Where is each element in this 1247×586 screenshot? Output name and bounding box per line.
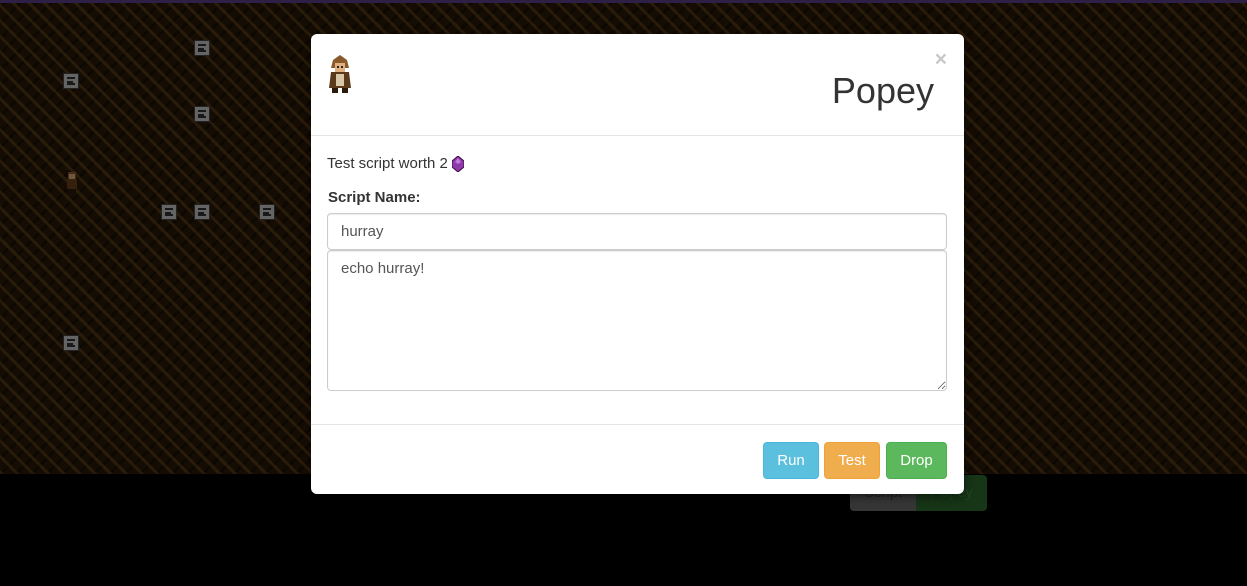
- run-button[interactable]: Run: [763, 442, 819, 479]
- close-button[interactable]: ×: [935, 48, 947, 72]
- modal-footer: Run Test Drop: [311, 424, 964, 495]
- script-description: Test script worth 2: [327, 155, 464, 172]
- description-text: Test script worth 2: [327, 155, 448, 172]
- drop-button[interactable]: Drop: [886, 442, 947, 479]
- modal-title: Popey: [831, 70, 934, 111]
- script-body-textarea[interactable]: echo hurray!: [327, 250, 947, 391]
- script-modal: × Popey Test script worth 2 Script Name:…: [311, 34, 964, 494]
- modal-header: × Popey: [311, 34, 964, 136]
- script-name-label: Script Name:: [328, 189, 421, 206]
- purple-gem-icon: [451, 155, 464, 172]
- test-button[interactable]: Test: [824, 442, 880, 479]
- player-avatar-icon: [329, 55, 351, 93]
- script-name-input[interactable]: [327, 213, 947, 250]
